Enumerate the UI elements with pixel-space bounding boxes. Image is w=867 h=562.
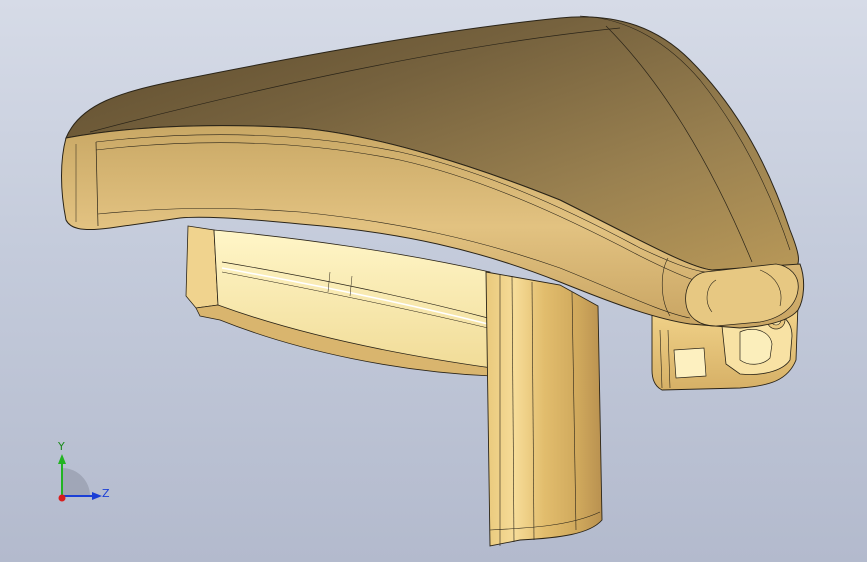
axis-y-label: Y [58, 440, 65, 453]
y-axis-arrow [58, 454, 66, 464]
triad-quadrant [62, 468, 90, 496]
x-axis-dot [58, 494, 66, 502]
clip-pocket [673, 347, 707, 379]
skirt-side-wall [185, 225, 219, 309]
axis-z-label: Z [102, 487, 110, 500]
cad-model[interactable] [0, 0, 867, 562]
graphics-viewport[interactable]: Y Z [0, 0, 867, 562]
vertical-post [485, 271, 603, 547]
z-axis-arrow [92, 492, 102, 500]
